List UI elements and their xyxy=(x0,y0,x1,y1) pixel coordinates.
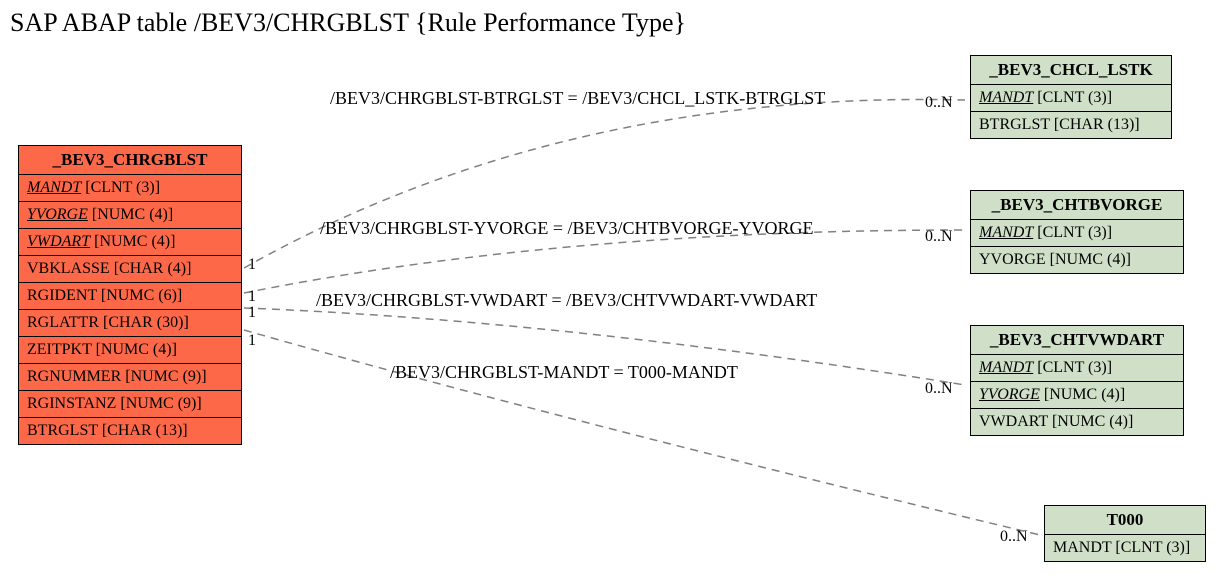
cardinality-left-2: 1 xyxy=(248,304,256,322)
table-ref-1: _BEV3_CHTBVORGE MANDT [CLNT (3)] YVORGE … xyxy=(970,190,1184,274)
cardinality-right-3: 0..N xyxy=(1000,528,1028,546)
table-row: MANDT [CLNT (3)] xyxy=(1045,535,1205,561)
cardinality-left-3: 1 xyxy=(248,332,256,350)
table-row: BTRGLST [CHAR (13)] xyxy=(19,418,241,444)
table-row: MANDT [CLNT (3)] xyxy=(971,355,1183,382)
cardinality-right-1: 0..N xyxy=(925,228,953,246)
table-row: VBKLASSE [CHAR (4)] xyxy=(19,256,241,283)
table-row: MANDT [CLNT (3)] xyxy=(971,220,1183,247)
table-ref-2: _BEV3_CHTVWDART MANDT [CLNT (3)] YVORGE … xyxy=(970,325,1184,436)
relation-label-2: /BEV3/CHRGBLST-VWDART = /BEV3/CHTVWDART-… xyxy=(316,290,817,311)
cardinality-right-0: 0..N xyxy=(925,94,953,112)
table-row: VWDART [NUMC (4)] xyxy=(971,409,1183,435)
cardinality-right-2: 0..N xyxy=(925,380,953,398)
table-row: RGIDENT [NUMC (6)] xyxy=(19,283,241,310)
cardinality-left-0: 1 xyxy=(248,256,256,274)
table-row: RGNUMMER [NUMC (9)] xyxy=(19,364,241,391)
table-main-header: _BEV3_CHRGBLST xyxy=(19,146,241,175)
relation-label-0: /BEV3/CHRGBLST-BTRGLST = /BEV3/CHCL_LSTK… xyxy=(330,88,825,109)
table-row: RGINSTANZ [NUMC (9)] xyxy=(19,391,241,418)
table-row: RGLATTR [CHAR (30)] xyxy=(19,310,241,337)
diagram-title: SAP ABAP table /BEV3/CHRGBLST {Rule Perf… xyxy=(10,8,686,38)
relation-label-3: /BEV3/CHRGBLST-MANDT = T000-MANDT xyxy=(390,362,738,383)
table-ref-0: _BEV3_CHCL_LSTK MANDT [CLNT (3)] BTRGLST… xyxy=(970,55,1172,139)
table-row: MANDT [CLNT (3)] xyxy=(19,175,241,202)
table-row: MANDT [CLNT (3)] xyxy=(971,85,1171,112)
relation-label-1: /BEV3/CHRGBLST-YVORGE = /BEV3/CHTBVORGE-… xyxy=(320,218,814,239)
table-row: YVORGE [NUMC (4)] xyxy=(19,202,241,229)
table-row: YVORGE [NUMC (4)] xyxy=(971,382,1183,409)
table-main: _BEV3_CHRGBLST MANDT [CLNT (3)] YVORGE [… xyxy=(18,145,242,445)
table-ref-2-header: _BEV3_CHTVWDART xyxy=(971,326,1183,355)
table-row: VWDART [NUMC (4)] xyxy=(19,229,241,256)
table-ref-1-header: _BEV3_CHTBVORGE xyxy=(971,191,1183,220)
table-row: ZEITPKT [NUMC (4)] xyxy=(19,337,241,364)
table-ref-3-header: T000 xyxy=(1045,506,1205,535)
table-row: YVORGE [NUMC (4)] xyxy=(971,247,1183,273)
table-row: BTRGLST [CHAR (13)] xyxy=(971,112,1171,138)
table-ref-0-header: _BEV3_CHCL_LSTK xyxy=(971,56,1171,85)
table-ref-3: T000 MANDT [CLNT (3)] xyxy=(1044,505,1206,562)
